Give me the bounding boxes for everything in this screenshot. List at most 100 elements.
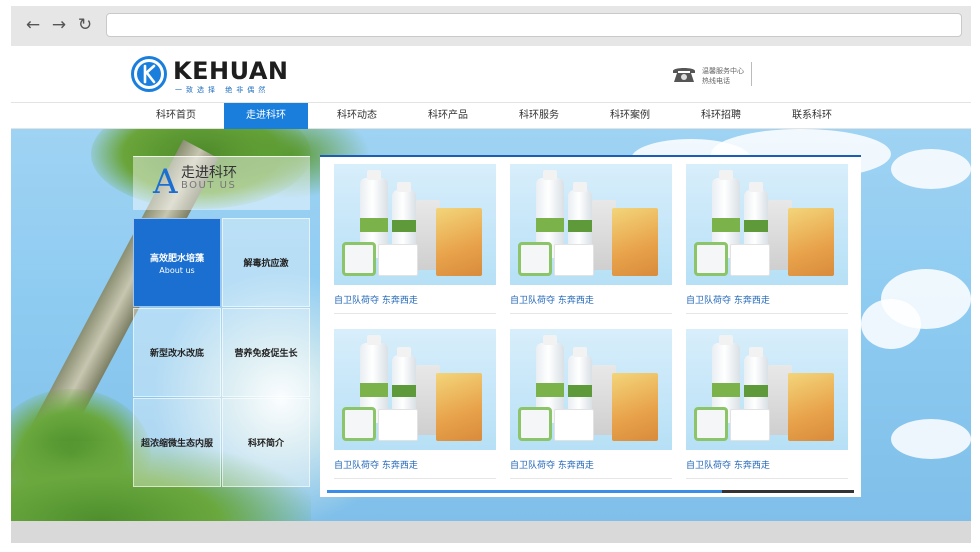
product-pouch — [612, 373, 658, 441]
product-pouch — [788, 373, 834, 441]
product-pouch — [436, 373, 482, 441]
scrollbar-thumb[interactable] — [327, 490, 722, 493]
bottle-cap — [749, 182, 763, 192]
address-bar[interactable] — [106, 13, 962, 37]
product-divider — [686, 478, 848, 479]
product-card[interactable]: 自卫队荷夺 东奔西走 — [334, 164, 496, 314]
product-card[interactable]: 自卫队荷夺 东奔西走 — [686, 164, 848, 314]
product-card[interactable]: 自卫队荷夺 东奔西走 — [510, 329, 672, 479]
side-tile-fertilizer[interactable]: 高效肥水培藻 About us — [133, 218, 221, 307]
nav-item-services[interactable]: 科环服务 — [497, 103, 581, 129]
bottle-label — [536, 383, 564, 397]
bottle-cap — [719, 335, 733, 345]
hotline-number: 热线电话 — [702, 77, 730, 85]
bottle-cap — [749, 347, 763, 357]
tile-label: 营养免疫促生长 — [234, 349, 298, 359]
bottle-cap — [397, 347, 411, 357]
product-pouch — [788, 208, 834, 276]
bottle-cap — [543, 170, 557, 180]
tile-sublabel: About us — [159, 265, 195, 275]
cloud — [891, 419, 971, 459]
cloud — [891, 149, 971, 189]
bottle-label — [744, 220, 768, 232]
product-image[interactable] — [510, 329, 672, 450]
arrow-left-icon[interactable]: ← — [23, 15, 43, 35]
side-tile-water[interactable]: 新型改水改底 — [133, 308, 221, 397]
bottle-label — [392, 385, 416, 397]
bottle-cap — [543, 335, 557, 345]
footer-bar — [11, 521, 971, 543]
bottle-label — [712, 383, 740, 397]
product-divider — [510, 313, 672, 314]
tile-label: 新型改水改底 — [149, 349, 204, 359]
product-carton — [554, 409, 594, 441]
bottle-cap — [367, 335, 381, 345]
nav-item-news[interactable]: 科环动态 — [315, 103, 399, 129]
product-image[interactable] — [510, 164, 672, 285]
tile-label: 超浓缩微生态内服 — [140, 439, 213, 449]
bottle-cap — [573, 182, 587, 192]
site-logo[interactable]: KEHUAN 一致选择 绝非偶然 — [131, 56, 311, 96]
site-header: KEHUAN 一致选择 绝非偶然 温馨服务中心 热线电话 — [11, 46, 971, 102]
section-title: A 走进科环 BOUT US — [133, 156, 310, 210]
product-image[interactable] — [334, 329, 496, 450]
product-carton — [730, 244, 770, 276]
product-jar — [342, 242, 376, 276]
product-carton — [554, 244, 594, 276]
product-jar — [518, 407, 552, 441]
hotline: 温馨服务中心 热线电话 — [671, 62, 761, 88]
logo-slogan: 一致选择 绝非偶然 — [175, 86, 270, 94]
product-caption[interactable]: 自卫队荷夺 东奔西走 — [686, 293, 848, 306]
section-title-zh: 走进科环 — [181, 165, 237, 181]
product-card[interactable]: 自卫队荷夺 东奔西走 — [334, 329, 496, 479]
nav-item-about[interactable]: 走进科环 — [224, 103, 308, 129]
bottle-label — [392, 220, 416, 232]
product-divider — [334, 478, 496, 479]
bottle-label — [568, 220, 592, 232]
product-image[interactable] — [686, 329, 848, 450]
logo-text: KEHUAN — [173, 57, 289, 85]
nav-item-jobs[interactable]: 科环招聘 — [679, 103, 763, 129]
bottle-label — [712, 218, 740, 232]
phone-icon — [673, 68, 695, 82]
bottle-label — [744, 385, 768, 397]
bottle-cap — [573, 347, 587, 357]
product-pouch — [436, 208, 482, 276]
reload-icon[interactable]: ↻ — [75, 15, 95, 35]
tile-label: 科环简介 — [247, 439, 284, 449]
side-tile-detox[interactable]: 解毒抗应激 — [222, 218, 310, 307]
side-tile-intro[interactable]: 科环简介 — [222, 398, 310, 487]
cloud — [861, 299, 921, 349]
kehuan-logo-icon — [131, 56, 167, 92]
product-caption[interactable]: 自卫队荷夺 东奔西走 — [334, 293, 496, 306]
tile-label: 高效肥水培藻 — [149, 253, 204, 264]
product-carton — [378, 409, 418, 441]
side-tile-probiotic[interactable]: 超浓缩微生态内服 — [133, 398, 221, 487]
nav-item-contact[interactable]: 联系科环 — [770, 103, 854, 129]
side-tile-nutrition[interactable]: 营养免疫促生长 — [222, 308, 310, 397]
product-caption[interactable]: 自卫队荷夺 东奔西走 — [334, 458, 496, 471]
product-jar — [694, 242, 728, 276]
product-divider — [510, 478, 672, 479]
product-jar — [342, 407, 376, 441]
product-card[interactable]: 自卫队荷夺 东奔西走 — [686, 329, 848, 479]
nav-item-products[interactable]: 科环产品 — [406, 103, 490, 129]
bottle-label — [360, 383, 388, 397]
product-card[interactable]: 自卫队荷夺 东奔西走 — [510, 164, 672, 314]
product-divider — [686, 313, 848, 314]
product-carton — [378, 244, 418, 276]
product-image[interactable] — [686, 164, 848, 285]
nav-item-cases[interactable]: 科环案例 — [588, 103, 672, 129]
header-divider — [751, 62, 752, 86]
arrow-right-icon[interactable]: → — [49, 15, 69, 35]
product-caption[interactable]: 自卫队荷夺 东奔西走 — [686, 458, 848, 471]
nav-item-home[interactable]: 科环首页 — [134, 103, 218, 129]
bottle-cap — [719, 170, 733, 180]
product-caption[interactable]: 自卫队荷夺 东奔西走 — [510, 293, 672, 306]
product-carton — [730, 409, 770, 441]
product-image[interactable] — [334, 164, 496, 285]
bottle-label — [568, 385, 592, 397]
product-caption[interactable]: 自卫队荷夺 东奔西走 — [510, 458, 672, 471]
bottle-cap — [397, 182, 411, 192]
bottle-label — [360, 218, 388, 232]
